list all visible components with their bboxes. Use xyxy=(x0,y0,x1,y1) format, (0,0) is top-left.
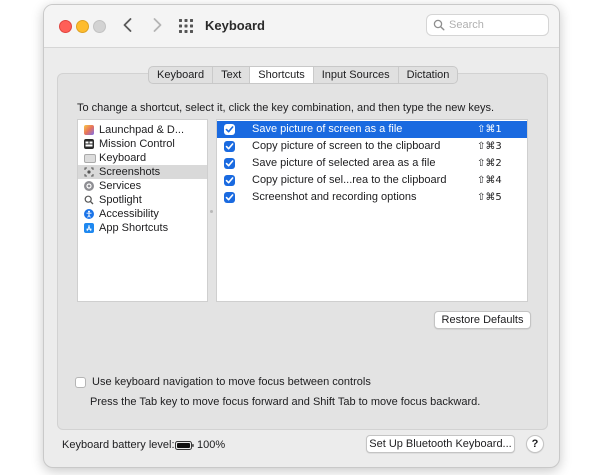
tab-keyboard[interactable]: Keyboard xyxy=(149,67,214,83)
shortcut-keys[interactable]: ⇧⌘1 xyxy=(477,121,502,138)
category-keyboard[interactable]: Keyboard xyxy=(78,151,207,165)
checkmark-icon xyxy=(225,177,234,184)
services-gear-icon xyxy=(84,181,94,191)
keyboard-icon xyxy=(84,154,96,163)
app-store-icon xyxy=(84,223,94,233)
spotlight-icon xyxy=(84,195,94,205)
keyboard-navigation-label: Use keyboard navigation to move focus be… xyxy=(92,376,371,388)
tab-shortcuts[interactable]: Shortcuts xyxy=(250,67,314,83)
shortcut-row-save-screen[interactable]: Save picture of screen as a file ⇧⌘1 xyxy=(217,121,527,138)
forward-button[interactable] xyxy=(148,15,166,35)
back-button[interactable] xyxy=(118,15,136,35)
close-window-button[interactable] xyxy=(59,20,72,33)
checkmark-icon xyxy=(225,126,234,133)
launchpad-icon xyxy=(84,125,94,135)
category-services[interactable]: Services xyxy=(78,179,207,193)
title-bar: Keyboard xyxy=(44,5,559,48)
split-view-divider[interactable] xyxy=(210,210,213,213)
tab-dictation[interactable]: Dictation xyxy=(399,67,458,83)
checkmark-icon xyxy=(225,143,234,150)
grid-icon xyxy=(179,19,193,33)
battery-icon xyxy=(175,441,194,450)
restore-defaults-button[interactable]: Restore Defaults xyxy=(434,311,531,329)
shortcut-keys[interactable]: ⇧⌘5 xyxy=(477,189,502,206)
chevron-right-icon xyxy=(153,18,161,32)
tab-text[interactable]: Text xyxy=(213,67,251,83)
shortcut-checkbox[interactable] xyxy=(224,124,235,135)
search-icon xyxy=(433,19,445,31)
category-spotlight[interactable]: Spotlight xyxy=(78,193,207,207)
category-accessibility[interactable]: Accessibility xyxy=(78,207,207,221)
search-input[interactable] xyxy=(449,17,545,33)
shortcut-checkbox[interactable] xyxy=(224,175,235,186)
minimize-window-button[interactable] xyxy=(76,20,89,33)
shortcut-row-copy-screen[interactable]: Copy picture of screen to the clipboard … xyxy=(217,138,527,155)
shortcut-keys[interactable]: ⇧⌘4 xyxy=(477,172,502,189)
keyboard-navigation-checkbox[interactable] xyxy=(75,377,86,388)
battery-level-label: Keyboard battery level: xyxy=(62,439,175,451)
help-button[interactable]: ? xyxy=(526,435,544,453)
zoom-window-button[interactable] xyxy=(93,20,106,33)
shortcut-checkbox[interactable] xyxy=(224,192,235,203)
checkmark-icon xyxy=(225,160,234,167)
shortcut-list[interactable]: Save picture of screen as a file ⇧⌘1 Cop… xyxy=(216,119,528,302)
instructions-text: To change a shortcut, select it, click t… xyxy=(77,102,495,114)
category-app-shortcuts[interactable]: App Shortcuts xyxy=(78,221,207,235)
chevron-left-icon xyxy=(123,18,131,32)
shortcut-row-copy-area[interactable]: Copy picture of sel...rea to the clipboa… xyxy=(217,172,527,189)
tab-bar: Keyboard Text Shortcuts Input Sources Di… xyxy=(148,66,459,84)
accessibility-icon xyxy=(84,209,94,219)
shortcut-checkbox[interactable] xyxy=(224,141,235,152)
category-mission-control[interactable]: Mission Control xyxy=(78,137,207,151)
keyboard-preferences-window: Keyboard Keyboard Text Shortcuts Input S… xyxy=(43,4,560,468)
search-field[interactable] xyxy=(426,14,549,36)
shortcut-keys[interactable]: ⇧⌘2 xyxy=(477,155,502,172)
category-launchpad[interactable]: Launchpad & D... xyxy=(78,123,207,137)
mission-control-icon xyxy=(84,139,94,149)
set-up-bluetooth-keyboard-button[interactable]: Set Up Bluetooth Keyboard... xyxy=(366,435,515,453)
shortcut-keys[interactable]: ⇧⌘3 xyxy=(477,138,502,155)
category-list[interactable]: Launchpad & D... Mission Control Keyboar… xyxy=(77,119,208,302)
category-screenshots[interactable]: Screenshots xyxy=(78,165,207,179)
checkmark-icon xyxy=(225,194,234,201)
shortcut-checkbox[interactable] xyxy=(224,158,235,169)
shortcut-row-options[interactable]: Screenshot and recording options ⇧⌘5 xyxy=(217,189,527,206)
show-all-button[interactable] xyxy=(178,18,194,34)
keyboard-navigation-description: Press the Tab key to move focus forward … xyxy=(90,396,481,408)
battery-percent: 100% xyxy=(197,439,226,451)
screenshot-icon xyxy=(84,167,94,177)
tab-input-sources[interactable]: Input Sources xyxy=(314,67,399,83)
window-title: Keyboard xyxy=(205,18,265,33)
shortcut-row-save-area[interactable]: Save picture of selected area as a file … xyxy=(217,155,527,172)
